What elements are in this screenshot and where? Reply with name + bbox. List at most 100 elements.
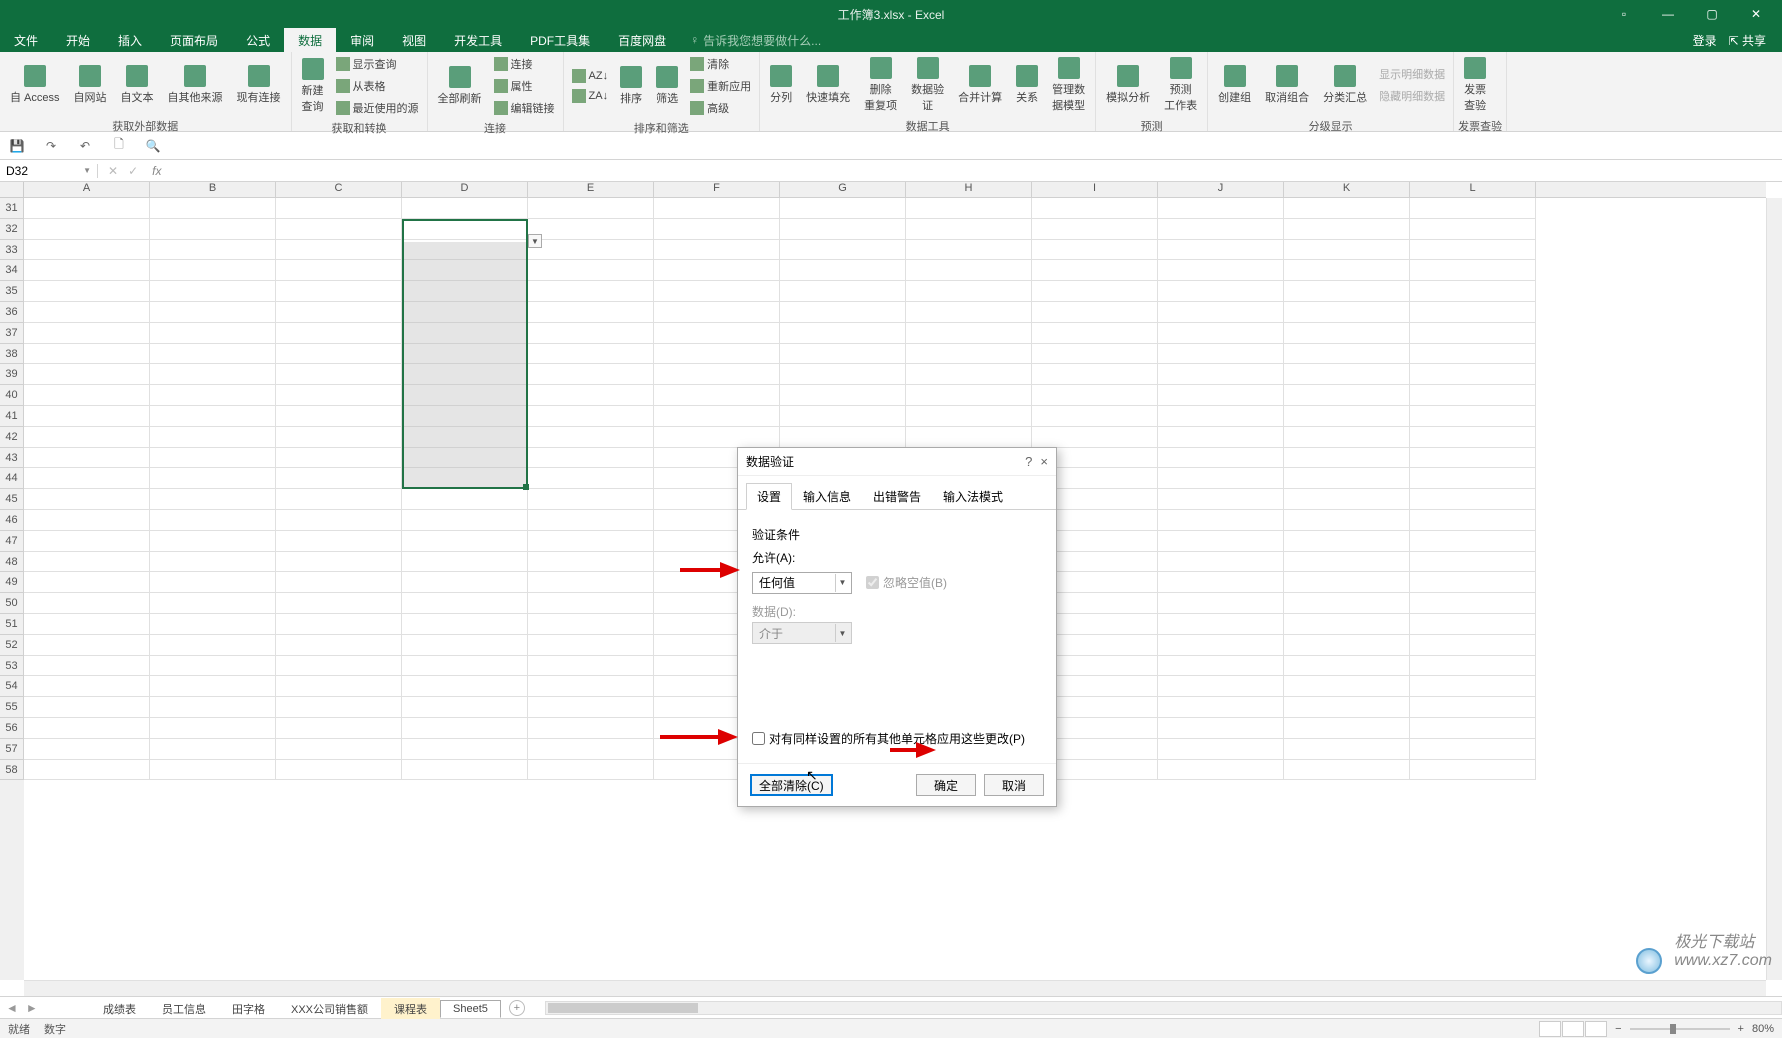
cell[interactable] bbox=[1158, 219, 1284, 240]
filter-button[interactable]: 筛选 bbox=[650, 55, 684, 117]
row-header[interactable]: 40 bbox=[0, 385, 24, 406]
cell[interactable] bbox=[1284, 739, 1410, 760]
cell[interactable] bbox=[276, 302, 402, 323]
cell[interactable] bbox=[906, 302, 1032, 323]
dialog-tab-error[interactable]: 出错警告 bbox=[862, 483, 932, 510]
sheet-tab[interactable]: 成绩表 bbox=[90, 998, 149, 1019]
row-header[interactable]: 54 bbox=[0, 676, 24, 697]
cell[interactable] bbox=[24, 531, 150, 552]
cell[interactable] bbox=[276, 489, 402, 510]
cell[interactable] bbox=[24, 614, 150, 635]
cell[interactable] bbox=[1410, 385, 1536, 406]
cell[interactable] bbox=[1410, 552, 1536, 573]
cell[interactable] bbox=[150, 697, 276, 718]
dialog-tab-ime[interactable]: 输入法模式 bbox=[932, 483, 1014, 510]
cell[interactable] bbox=[654, 198, 780, 219]
from-table-button[interactable]: 从表格 bbox=[332, 76, 423, 96]
cell[interactable] bbox=[150, 468, 276, 489]
cell[interactable] bbox=[276, 697, 402, 718]
column-header[interactable]: E bbox=[528, 182, 654, 197]
menu-data[interactable]: 数据 bbox=[284, 28, 336, 52]
cell[interactable] bbox=[276, 552, 402, 573]
cell[interactable] bbox=[1284, 240, 1410, 261]
row-header[interactable]: 33 bbox=[0, 240, 24, 261]
cell[interactable] bbox=[1158, 656, 1284, 677]
cell[interactable] bbox=[654, 240, 780, 261]
cell[interactable] bbox=[528, 697, 654, 718]
cell[interactable] bbox=[276, 448, 402, 469]
column-header[interactable]: F bbox=[654, 182, 780, 197]
cell[interactable] bbox=[906, 219, 1032, 240]
cell[interactable] bbox=[528, 468, 654, 489]
cell[interactable] bbox=[1410, 281, 1536, 302]
cell[interactable] bbox=[528, 364, 654, 385]
row-header[interactable]: 36 bbox=[0, 302, 24, 323]
from-other-sources-button[interactable]: 自其他来源 bbox=[162, 54, 229, 116]
cell[interactable] bbox=[24, 760, 150, 781]
cell[interactable] bbox=[402, 676, 528, 697]
column-header[interactable]: D bbox=[402, 182, 528, 197]
undo-icon[interactable]: ↶ bbox=[76, 137, 94, 155]
cell[interactable] bbox=[1284, 572, 1410, 593]
cell[interactable] bbox=[654, 260, 780, 281]
cell[interactable] bbox=[1158, 448, 1284, 469]
apply-all-checkbox[interactable] bbox=[752, 732, 765, 745]
cell[interactable] bbox=[150, 240, 276, 261]
cell[interactable] bbox=[150, 323, 276, 344]
dialog-help-icon[interactable]: ? bbox=[1025, 454, 1032, 469]
cell[interactable] bbox=[1284, 364, 1410, 385]
row-header[interactable]: 49 bbox=[0, 572, 24, 593]
cell[interactable] bbox=[276, 260, 402, 281]
cell[interactable] bbox=[276, 593, 402, 614]
dialog-tab-settings[interactable]: 设置 bbox=[746, 483, 792, 510]
row-header[interactable]: 50 bbox=[0, 593, 24, 614]
cell[interactable] bbox=[402, 739, 528, 760]
allow-select[interactable]: 任何值 ▼ bbox=[752, 572, 852, 594]
cell[interactable] bbox=[1284, 531, 1410, 552]
cell[interactable] bbox=[150, 281, 276, 302]
login-link[interactable]: 登录 bbox=[1693, 32, 1717, 49]
page-break-view-button[interactable] bbox=[1585, 1021, 1607, 1037]
cell[interactable] bbox=[1284, 676, 1410, 697]
validation-dropdown-icon[interactable]: ▼ bbox=[528, 234, 542, 248]
cell[interactable] bbox=[528, 427, 654, 448]
row-header[interactable]: 57 bbox=[0, 739, 24, 760]
cell[interactable] bbox=[24, 489, 150, 510]
cell[interactable] bbox=[528, 635, 654, 656]
cell[interactable] bbox=[150, 531, 276, 552]
cell[interactable] bbox=[276, 739, 402, 760]
cell[interactable] bbox=[780, 219, 906, 240]
cell[interactable] bbox=[1410, 739, 1536, 760]
cell[interactable] bbox=[150, 302, 276, 323]
cell[interactable] bbox=[24, 344, 150, 365]
cell[interactable] bbox=[1410, 676, 1536, 697]
cell[interactable] bbox=[1410, 510, 1536, 531]
cell[interactable] bbox=[150, 614, 276, 635]
cell[interactable] bbox=[1284, 385, 1410, 406]
remove-duplicates-button[interactable]: 删除 重复项 bbox=[858, 54, 903, 116]
cell[interactable] bbox=[528, 572, 654, 593]
cell[interactable] bbox=[1158, 344, 1284, 365]
cell[interactable] bbox=[654, 406, 780, 427]
tell-me[interactable]: ♀ 告诉我您想要做什么... bbox=[680, 32, 831, 49]
row-header[interactable]: 47 bbox=[0, 531, 24, 552]
column-header[interactable]: B bbox=[150, 182, 276, 197]
cell[interactable] bbox=[1158, 281, 1284, 302]
cell[interactable] bbox=[150, 718, 276, 739]
cell[interactable] bbox=[24, 739, 150, 760]
cell[interactable] bbox=[528, 240, 654, 261]
share-button[interactable]: ⇱ 共享 bbox=[1729, 32, 1766, 49]
cell[interactable] bbox=[1410, 718, 1536, 739]
cell[interactable] bbox=[1032, 364, 1158, 385]
sort-button[interactable]: 排序 bbox=[614, 55, 648, 117]
cell[interactable] bbox=[780, 427, 906, 448]
cell[interactable] bbox=[276, 635, 402, 656]
flash-fill-button[interactable]: 快速填充 bbox=[800, 54, 856, 116]
cell[interactable] bbox=[528, 198, 654, 219]
cell[interactable] bbox=[780, 385, 906, 406]
cell[interactable] bbox=[1158, 198, 1284, 219]
row-header[interactable]: 31 bbox=[0, 198, 24, 219]
row-header[interactable]: 46 bbox=[0, 510, 24, 531]
cell[interactable] bbox=[1410, 489, 1536, 510]
cell[interactable] bbox=[150, 385, 276, 406]
